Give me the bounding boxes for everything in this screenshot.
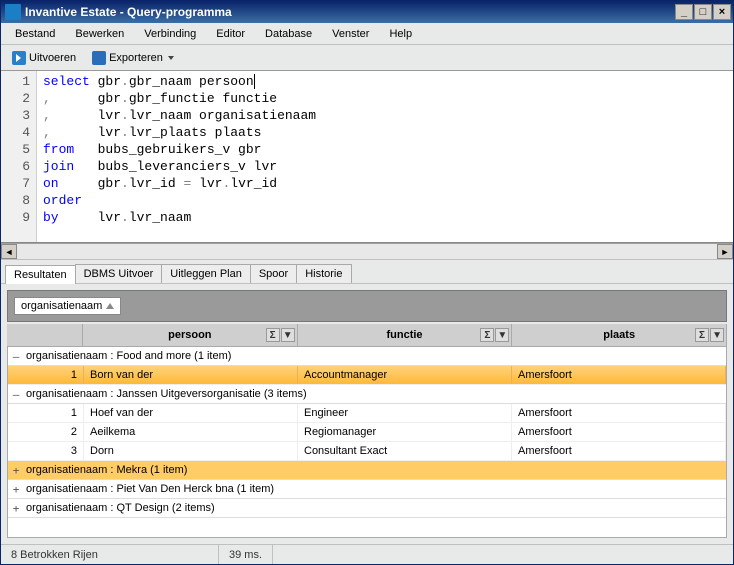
play-icon xyxy=(12,51,26,65)
row-number: 2 xyxy=(24,423,84,441)
group-chip-label: organisatienaam xyxy=(21,300,102,312)
cell-plaats: Amersfoort xyxy=(512,423,726,441)
cell-persoon: Born van der xyxy=(84,366,298,384)
cell-plaats: Amersfoort xyxy=(512,366,726,384)
group-chip[interactable]: organisatienaam xyxy=(14,297,121,315)
column-headers: persoonΣ▼functieΣ▼plaatsΣ▼ xyxy=(7,324,727,347)
tab-historie[interactable]: Historie xyxy=(296,264,351,283)
column-label: persoon xyxy=(168,329,211,341)
menu-verbinding[interactable]: Verbinding xyxy=(134,25,206,43)
close-button[interactable]: × xyxy=(713,4,731,20)
group-header[interactable]: –organisatienaam : Janssen Uitgeversorga… xyxy=(8,385,726,404)
group-header[interactable]: +organisatienaam : Piet Van Den Herck bn… xyxy=(8,480,726,499)
cell-persoon: Hoef van der xyxy=(84,404,298,422)
sum-icon[interactable]: Σ xyxy=(480,328,494,342)
group-header[interactable]: +organisatienaam : QT Design (2 items) xyxy=(8,499,726,518)
status-time: 39 ms. xyxy=(219,545,273,564)
menu-bewerken[interactable]: Bewerken xyxy=(65,25,134,43)
group-header[interactable]: –organisatienaam : Food and more (1 item… xyxy=(8,347,726,366)
run-button[interactable]: Uitvoeren xyxy=(5,48,83,68)
column-header-functie[interactable]: functie Σ▼ xyxy=(298,324,513,346)
table-row[interactable]: 3DornConsultant ExactAmersfoort xyxy=(8,442,726,461)
filter-icon[interactable]: ▼ xyxy=(281,328,295,342)
sql-editor[interactable]: 123456789 select gbr.gbr_naam persoon, g… xyxy=(1,71,733,243)
scroll-track[interactable] xyxy=(17,244,717,259)
line-gutter: 123456789 xyxy=(1,71,37,242)
status-rows: 8 Betrokken Rijen xyxy=(1,545,219,564)
cell-functie: Regiomanager xyxy=(298,423,512,441)
code-area[interactable]: select gbr.gbr_naam persoon, gbr.gbr_fun… xyxy=(37,71,733,242)
export-button[interactable]: Exporteren xyxy=(85,48,181,68)
minimize-button[interactable]: _ xyxy=(675,4,693,20)
sum-icon[interactable]: Σ xyxy=(695,328,709,342)
cell-functie: Consultant Exact xyxy=(298,442,512,460)
table-row[interactable]: 1Hoef van derEngineerAmersfoort xyxy=(8,404,726,423)
cell-persoon: Dorn xyxy=(84,442,298,460)
group-label: organisatienaam : Janssen Uitgeversorgan… xyxy=(24,388,307,400)
group-header[interactable]: +organisatienaam : Mekra (1 item) xyxy=(8,461,726,480)
sum-icon[interactable]: Σ xyxy=(266,328,280,342)
table-row[interactable]: 2AeilkemaRegiomanagerAmersfoort xyxy=(8,423,726,442)
menu-venster[interactable]: Venster xyxy=(322,25,379,43)
app-window: Invantive Estate - Query-programma _ □ ×… xyxy=(0,0,734,565)
toolbar: Uitvoeren Exporteren xyxy=(1,45,733,71)
tab-uitleggen-plan[interactable]: Uitleggen Plan xyxy=(161,264,251,283)
group-label: organisatienaam : Mekra (1 item) xyxy=(24,464,187,476)
collapse-icon[interactable]: – xyxy=(8,350,24,363)
results-panel: organisatienaam persoonΣ▼functieΣ▼plaats… xyxy=(1,283,733,544)
save-icon xyxy=(92,51,106,65)
column-header-plaats[interactable]: plaats Σ▼ xyxy=(512,324,727,346)
expand-icon[interactable]: + xyxy=(8,502,24,515)
titlebar[interactable]: Invantive Estate - Query-programma _ □ × xyxy=(1,1,733,23)
statusbar: 8 Betrokken Rijen 39 ms. xyxy=(1,544,733,564)
tab-resultaten[interactable]: Resultaten xyxy=(5,265,76,284)
cell-functie: Accountmanager xyxy=(298,366,512,384)
filter-icon[interactable]: ▼ xyxy=(710,328,724,342)
filter-icon[interactable]: ▼ xyxy=(495,328,509,342)
cell-plaats: Amersfoort xyxy=(512,442,726,460)
cell-persoon: Aeilkema xyxy=(84,423,298,441)
grouping-bar[interactable]: organisatienaam xyxy=(7,290,727,322)
run-label: Uitvoeren xyxy=(29,52,76,64)
row-number: 1 xyxy=(24,404,84,422)
menu-help[interactable]: Help xyxy=(379,25,422,43)
maximize-button[interactable]: □ xyxy=(694,4,712,20)
expand-icon[interactable]: + xyxy=(8,483,24,496)
results-grid[interactable]: –organisatienaam : Food and more (1 item… xyxy=(7,347,727,538)
scroll-left-button[interactable]: ◄ xyxy=(1,244,17,259)
chevron-down-icon xyxy=(168,56,174,60)
column-header-persoon[interactable]: persoon Σ▼ xyxy=(83,324,298,346)
menu-editor[interactable]: Editor xyxy=(206,25,255,43)
export-label: Exporteren xyxy=(109,52,163,64)
collapse-icon[interactable]: – xyxy=(8,388,24,401)
cell-plaats: Amersfoort xyxy=(512,404,726,422)
group-label: organisatienaam : Piet Van Den Herck bna… xyxy=(24,483,274,495)
results-tabs: ResultatenDBMS UitvoerUitleggen PlanSpoo… xyxy=(1,259,733,283)
menu-database[interactable]: Database xyxy=(255,25,322,43)
window-title: Invantive Estate - Query-programma xyxy=(25,5,232,19)
expand-icon[interactable]: + xyxy=(8,464,24,477)
menu-bestand[interactable]: Bestand xyxy=(5,25,65,43)
column-label: functie xyxy=(386,329,422,341)
row-number: 1 xyxy=(24,366,84,384)
column-label: plaats xyxy=(603,329,635,341)
table-row[interactable]: 1Born van derAccountmanagerAmersfoort xyxy=(8,366,726,385)
group-label: organisatienaam : Food and more (1 item) xyxy=(24,350,231,362)
row-number: 3 xyxy=(24,442,84,460)
menubar: BestandBewerkenVerbindingEditorDatabaseV… xyxy=(1,23,733,45)
group-label: organisatienaam : QT Design (2 items) xyxy=(24,502,215,514)
tab-dbms-uitvoer[interactable]: DBMS Uitvoer xyxy=(75,264,163,283)
tab-spoor[interactable]: Spoor xyxy=(250,264,297,283)
scroll-right-button[interactable]: ► xyxy=(717,244,733,259)
cell-functie: Engineer xyxy=(298,404,512,422)
editor-hscroll[interactable]: ◄ ► xyxy=(1,243,733,259)
app-icon xyxy=(5,4,21,20)
sort-asc-icon xyxy=(106,303,114,309)
